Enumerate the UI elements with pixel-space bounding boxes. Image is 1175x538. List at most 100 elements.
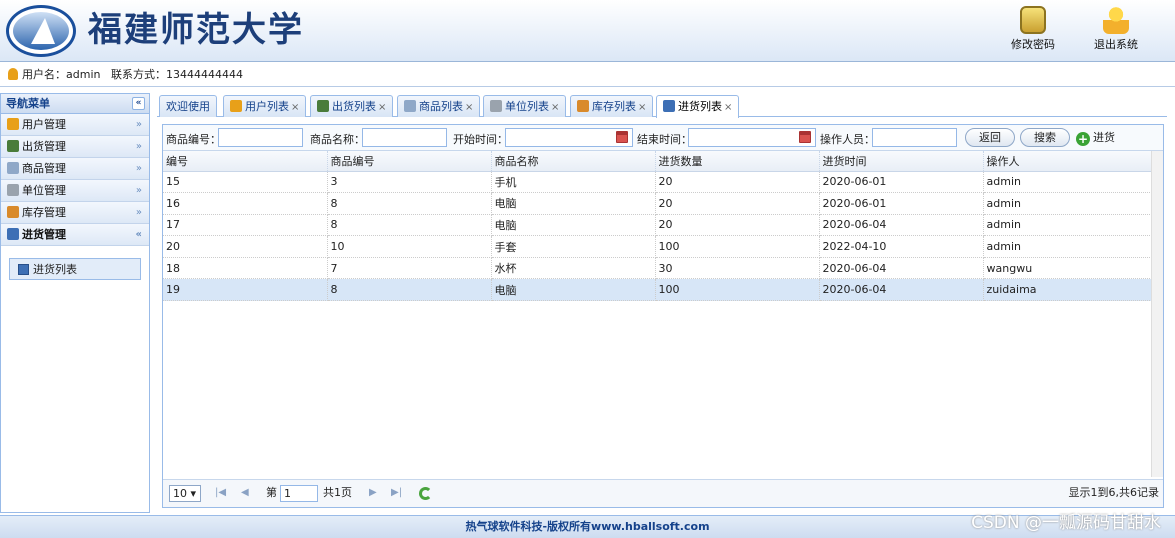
calendar-icon[interactable] (616, 131, 628, 143)
table-cell: 15 (163, 171, 328, 194)
table-row[interactable]: 18 7 水杯 30 2020-06-04 wangwu (163, 257, 1152, 280)
table-cell: 2020-06-04 (819, 278, 984, 302)
column-header[interactable]: 操作人 (983, 151, 1152, 172)
close-icon[interactable]: × (551, 102, 559, 113)
table-cell: admin (983, 192, 1152, 215)
column-header[interactable]: 编号 (163, 151, 328, 172)
refresh-icon[interactable] (419, 487, 432, 500)
user-exit-icon (1103, 6, 1129, 34)
expand-icon: » (135, 119, 142, 130)
tab-inventory-list[interactable]: 库存列表 × (570, 95, 654, 117)
change-password-button[interactable]: 修改密码 (1003, 6, 1063, 56)
sidebar-item-unit-management[interactable]: 单位管理 » (1, 180, 149, 202)
close-icon[interactable]: × (291, 102, 299, 113)
close-icon[interactable]: × (465, 102, 473, 113)
sidebar-item-label: 商品管理 (22, 162, 66, 175)
column-header[interactable]: 商品名称 (491, 151, 656, 172)
user-info-text: 用户名：admin 联系方式：13444444444 (22, 68, 243, 81)
table-cell: 2020-06-01 (819, 171, 984, 194)
table-row[interactable]: 20 10 手套 100 2022-04-10 admin (163, 235, 1152, 258)
user-icon (7, 118, 19, 130)
next-page-icon[interactable]: ▶ (369, 480, 377, 506)
calendar-icon[interactable] (799, 131, 811, 143)
product-name-label: 商品名称： (310, 133, 365, 146)
expand-icon: » (135, 163, 142, 174)
table-cell: 电脑 (491, 192, 656, 215)
shipment-icon (317, 100, 329, 112)
table-row-selected[interactable]: 19 8 电脑 100 2020-06-04 zuidaima (163, 278, 1152, 302)
start-time-label: 开始时间： (453, 133, 508, 146)
table-scrollbar[interactable] (1151, 151, 1163, 477)
table-cell: admin (983, 214, 1152, 237)
table-cell: 20 (655, 214, 820, 237)
product-icon (404, 100, 416, 112)
tab-label: 库存列表 (592, 100, 636, 113)
close-icon[interactable]: × (724, 102, 732, 113)
last-page-icon[interactable]: ▶| (391, 480, 402, 506)
page-number-input[interactable]: 1 (280, 485, 318, 502)
product-code-input[interactable] (218, 128, 303, 147)
sidebar-item-label: 出货管理 (22, 140, 66, 153)
sidebar-item-product-management[interactable]: 商品管理 » (1, 158, 149, 180)
list-icon (18, 264, 29, 275)
first-page-icon[interactable]: |◀ (215, 480, 226, 506)
sidebar-title: 导航菜单 (6, 97, 50, 110)
table-cell: 20 (163, 235, 328, 258)
sidebar-item-label: 用户管理 (22, 118, 66, 131)
tab-bar: 欢迎使用 用户列表 × 出货列表 × 商品列表 × 单位列表 × 库存列表 × 进货列表 × (157, 93, 1167, 118)
close-icon[interactable]: × (638, 102, 646, 113)
table-row[interactable]: 17 8 电脑 20 2020-06-04 admin (163, 214, 1152, 237)
column-header[interactable]: 商品编号 (327, 151, 492, 172)
tab-welcome[interactable]: 欢迎使用 (159, 95, 217, 117)
table-cell: 7 (327, 257, 492, 280)
table-cell: 19 (163, 278, 328, 302)
table-cell: 手套 (491, 235, 656, 258)
operator-input[interactable] (872, 128, 957, 147)
sidebar-item-purchase-management[interactable]: 进货管理 « (1, 224, 149, 246)
search-button[interactable]: 搜索 (1020, 128, 1070, 147)
logout-button[interactable]: 退出系统 (1086, 6, 1146, 56)
table-cell: 20 (655, 192, 820, 215)
add-purchase-button[interactable]: + 进货 (1076, 129, 1115, 146)
end-time-input[interactable] (688, 128, 816, 147)
tab-purchase-list[interactable]: 进货列表 × (656, 95, 740, 118)
app-header: 福建师范大学 修改密码 退出系统 (0, 0, 1175, 62)
sidebar-item-label: 单位管理 (22, 184, 66, 197)
tab-product-list[interactable]: 商品列表 × (397, 95, 481, 117)
unit-icon (490, 100, 502, 112)
sidebar-subitem-purchase-list[interactable]: 进货列表 (9, 258, 141, 280)
table-cell: wangwu (983, 257, 1152, 280)
table-cell: 100 (655, 278, 820, 302)
close-icon[interactable]: × (378, 102, 386, 113)
collapse-sidebar-button[interactable]: « (132, 97, 145, 110)
product-name-input[interactable] (362, 128, 447, 147)
column-header[interactable]: 进货数量 (655, 151, 820, 172)
university-logo (6, 5, 76, 57)
purchase-icon (7, 228, 19, 240)
start-time-input[interactable] (505, 128, 633, 147)
sidebar-item-shipment-management[interactable]: 出货管理 » (1, 136, 149, 158)
change-password-label: 修改密码 (1011, 38, 1055, 51)
sidebar-item-inventory-management[interactable]: 库存管理 » (1, 202, 149, 224)
table-cell: 手机 (491, 171, 656, 194)
tab-label: 出货列表 (332, 100, 376, 113)
operator-label: 操作人员： (820, 133, 875, 146)
prev-page-icon[interactable]: ◀ (241, 480, 249, 506)
sidebar-item-user-management[interactable]: 用户管理 » (1, 114, 149, 136)
purchase-icon (663, 100, 675, 112)
table-cell: admin (983, 171, 1152, 194)
lock-icon (1020, 6, 1046, 34)
inventory-icon (7, 206, 19, 218)
table-header-row: 编号 商品编号 商品名称 进货数量 进货时间 操作人 (163, 151, 1152, 172)
table-cell: 电脑 (491, 278, 656, 302)
table-cell: admin (983, 235, 1152, 258)
table-row[interactable]: 15 3 手机 20 2020-06-01 admin (163, 171, 1152, 194)
back-button[interactable]: 返回 (965, 128, 1015, 147)
tab-user-list[interactable]: 用户列表 × (223, 95, 307, 117)
plus-icon: + (1076, 132, 1090, 146)
page-size-select[interactable]: 10 ▾ (169, 485, 201, 502)
tab-unit-list[interactable]: 单位列表 × (483, 95, 567, 117)
column-header[interactable]: 进货时间 (819, 151, 984, 172)
tab-shipment-list[interactable]: 出货列表 × (310, 95, 394, 117)
table-row[interactable]: 16 8 电脑 20 2020-06-01 admin (163, 192, 1152, 215)
